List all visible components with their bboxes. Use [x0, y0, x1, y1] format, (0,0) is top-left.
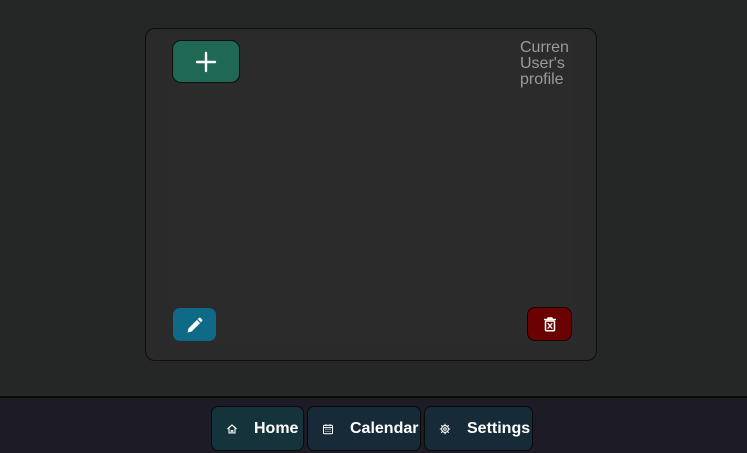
nav-settings-label: Settings — [467, 419, 531, 437]
profile-text-line: User's — [520, 55, 565, 72]
home-icon — [226, 423, 238, 435]
trash-icon — [543, 317, 556, 332]
main-area: Curren User's profile — [0, 0, 747, 396]
calendar-icon — [322, 423, 334, 435]
delete-button[interactable] — [527, 307, 572, 341]
nav-settings-button[interactable]: Settings — [424, 406, 533, 451]
current-user-profile-label: Curren User's profile — [520, 40, 572, 88]
profile-text-line: Curren — [520, 40, 569, 56]
plus-icon — [195, 51, 217, 72]
edit-button[interactable] — [173, 308, 216, 341]
nav-home-button[interactable]: Home — [211, 406, 304, 451]
card-content-area — [168, 39, 574, 345]
nav-calendar-label: Calendar — [350, 419, 419, 437]
add-button[interactable] — [172, 40, 240, 83]
nav-calendar-button[interactable]: Calendar — [307, 406, 421, 451]
nav-home-label: Home — [254, 419, 299, 437]
profile-card: Curren User's profile — [145, 28, 597, 361]
pencil-icon — [187, 317, 202, 332]
bottom-navigation-bar: Home Calendar Settings — [0, 396, 747, 453]
profile-text-line: profile — [520, 71, 564, 88]
gear-icon — [439, 423, 451, 435]
